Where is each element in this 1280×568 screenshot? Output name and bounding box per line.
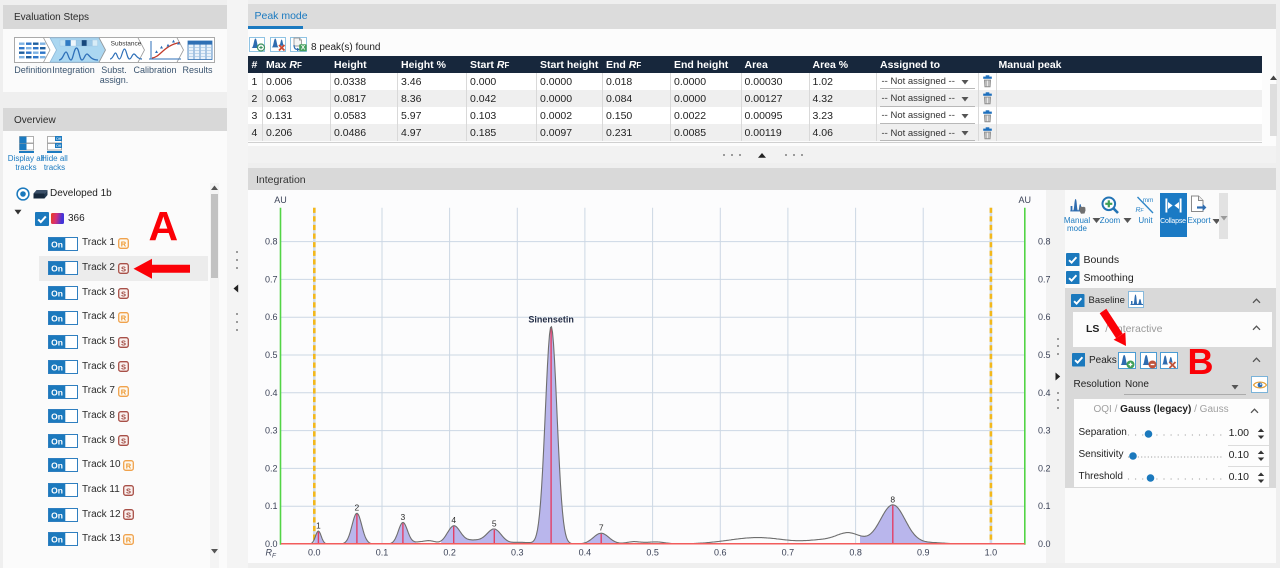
- svg-text:RF: RF: [1135, 207, 1144, 214]
- svg-text:On: On: [51, 362, 63, 372]
- svg-text:S: S: [120, 338, 125, 347]
- svg-text:On: On: [51, 288, 63, 298]
- svg-text:0.7: 0.7: [781, 548, 794, 558]
- svg-text:0.2: 0.2: [264, 464, 277, 474]
- svg-text:On: On: [51, 535, 63, 545]
- svg-text:1: 1: [316, 521, 321, 531]
- svg-text:X: X: [300, 45, 305, 52]
- svg-text:0.2: 0.2: [443, 548, 456, 558]
- svg-text:On: On: [51, 338, 63, 348]
- svg-text:On: On: [51, 461, 63, 471]
- svg-text:On: On: [51, 239, 63, 249]
- svg-text:R: R: [120, 387, 126, 396]
- svg-text:0.1: 0.1: [264, 501, 277, 511]
- svg-text:0.8: 0.8: [1038, 237, 1051, 247]
- svg-text:0.1: 0.1: [375, 548, 388, 558]
- svg-text:5: 5: [491, 519, 496, 529]
- svg-text:0.7: 0.7: [1038, 275, 1051, 285]
- svg-text:0.3: 0.3: [264, 426, 277, 436]
- svg-text:On: On: [51, 510, 63, 520]
- svg-text:4: 4: [451, 515, 456, 525]
- svg-text:0.6: 0.6: [714, 548, 727, 558]
- svg-text:On: On: [51, 412, 63, 422]
- svg-text:0.2: 0.2: [1038, 464, 1051, 474]
- svg-text:R: R: [126, 461, 132, 470]
- svg-text:On: On: [51, 387, 63, 397]
- svg-text:R: R: [126, 535, 132, 544]
- svg-text:0.5: 0.5: [646, 548, 659, 558]
- svg-text:7: 7: [598, 523, 603, 533]
- svg-text:3: 3: [400, 512, 405, 522]
- svg-text:R: R: [120, 239, 126, 248]
- svg-text:0.6: 0.6: [1038, 312, 1051, 322]
- svg-text:S: S: [126, 511, 131, 520]
- svg-text:On: On: [51, 264, 63, 274]
- svg-text:S: S: [120, 437, 125, 446]
- svg-text:0.8: 0.8: [849, 548, 862, 558]
- svg-text:0.1: 0.1: [1038, 501, 1051, 511]
- svg-text:0.8: 0.8: [264, 237, 277, 247]
- svg-text:RF: RF: [265, 548, 277, 560]
- svg-text:0.4: 0.4: [264, 388, 277, 398]
- svg-text:On: On: [51, 436, 63, 446]
- svg-text:R: R: [120, 313, 126, 322]
- svg-text:S: S: [120, 289, 125, 298]
- svg-text:0.4: 0.4: [578, 548, 591, 558]
- svg-text:On: On: [51, 313, 63, 323]
- svg-text:0.3: 0.3: [1038, 426, 1051, 436]
- svg-text:Off: Off: [56, 143, 62, 148]
- svg-text:1.0: 1.0: [984, 548, 997, 558]
- svg-text:0.6: 0.6: [264, 312, 277, 322]
- svg-text:0.7: 0.7: [264, 275, 277, 285]
- svg-text:2: 2: [354, 503, 359, 513]
- svg-text:S: S: [120, 412, 125, 421]
- svg-text:0.3: 0.3: [511, 548, 524, 558]
- svg-text:S: S: [120, 264, 125, 273]
- svg-text:0.5: 0.5: [1038, 350, 1051, 360]
- svg-text:0.9: 0.9: [916, 548, 929, 558]
- svg-text:Sinensetin: Sinensetin: [528, 315, 574, 325]
- svg-text:AU: AU: [1018, 195, 1031, 205]
- svg-text:S: S: [120, 363, 125, 372]
- svg-text:Off: Off: [56, 136, 62, 141]
- svg-text:8: 8: [890, 495, 895, 505]
- svg-text:Substance: Substance: [110, 40, 141, 47]
- svg-text:0.0: 0.0: [308, 548, 321, 558]
- svg-text:0.5: 0.5: [264, 350, 277, 360]
- svg-text:mm: mm: [1143, 197, 1154, 204]
- svg-text:S: S: [126, 486, 131, 495]
- svg-text:0.0: 0.0: [1038, 539, 1051, 549]
- svg-text:0.4: 0.4: [1038, 388, 1051, 398]
- svg-text:On: On: [51, 486, 63, 496]
- svg-text:AU: AU: [274, 195, 287, 205]
